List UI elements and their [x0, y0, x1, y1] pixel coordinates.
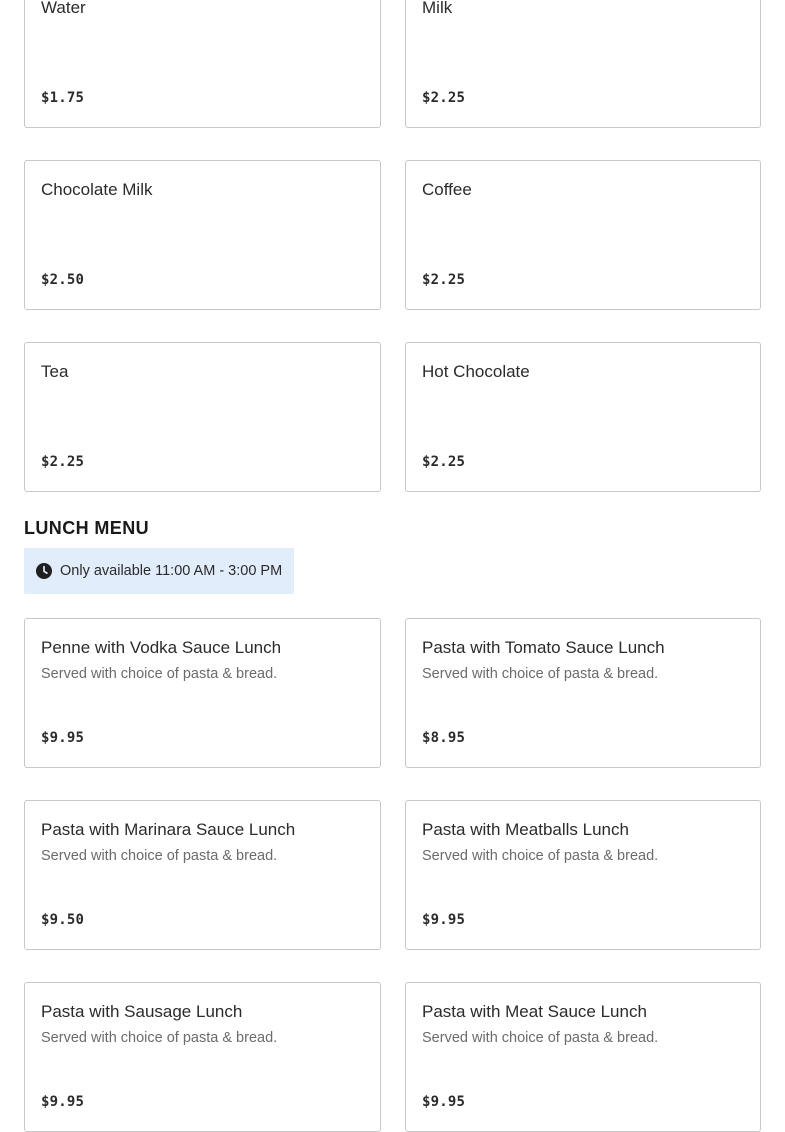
item-description: Served with choice of pasta & bread.: [41, 1030, 278, 1046]
menu-item-card[interactable]: Pasta with Sausage Lunch Served with cho…: [24, 982, 381, 1132]
item-name: Chocolate Milk: [41, 180, 153, 199]
item-price: $2.50: [41, 272, 85, 288]
item-name: Pasta with Marinara Sauce Lunch: [41, 820, 296, 839]
menu-item-card[interactable]: Pasta with Marinara Sauce Lunch Served w…: [24, 800, 381, 950]
availability-notice: Only available 11:00 AM - 3:00 PM: [24, 548, 294, 594]
item-name: Pasta with Meat Sauce Lunch: [422, 1002, 647, 1021]
menu-item-card[interactable]: Tea $2.25: [24, 342, 381, 492]
item-price: $8.95: [422, 730, 466, 746]
item-price: $9.50: [41, 912, 85, 928]
menu-item-card[interactable]: Hot Chocolate $2.25: [405, 342, 761, 492]
item-name: Pasta with Sausage Lunch: [41, 1002, 243, 1021]
menu-item-card[interactable]: Pasta with Tomato Sauce Lunch Served wit…: [405, 618, 761, 768]
lunch-grid: Penne with Vodka Sauce Lunch Served with…: [24, 618, 761, 1132]
item-name: Hot Chocolate: [422, 362, 530, 381]
item-price: $2.25: [422, 90, 466, 106]
item-description: Served with choice of pasta & bread.: [422, 1030, 659, 1046]
item-description: Served with choice of pasta & bread.: [41, 848, 278, 864]
item-price: $2.25: [41, 454, 85, 470]
menu-item-card[interactable]: Coffee $2.25: [405, 160, 761, 310]
item-name: Pasta with Tomato Sauce Lunch: [422, 638, 665, 657]
menu-item-card[interactable]: Pasta with Meatballs Lunch Served with c…: [405, 800, 761, 950]
item-price: $9.95: [41, 1094, 85, 1110]
menu-item-card[interactable]: Water $1.75: [24, 0, 381, 128]
item-price: $9.95: [422, 912, 466, 928]
lunch-menu-heading: LUNCH MENU: [24, 518, 149, 538]
menu-item-card[interactable]: Milk $2.25: [405, 0, 761, 128]
item-price: $2.25: [422, 454, 466, 470]
menu-item-card[interactable]: Penne with Vodka Sauce Lunch Served with…: [24, 618, 381, 768]
item-price: $9.95: [422, 1094, 466, 1110]
item-description: Served with choice of pasta & bread.: [422, 848, 659, 864]
menu-content: Water $1.75 Milk $2.25 Chocolate Milk $2…: [24, 0, 761, 1132]
menu-item-card[interactable]: Pasta with Meat Sauce Lunch Served with …: [405, 982, 761, 1132]
item-name: Tea: [41, 362, 69, 381]
menu-item-card[interactable]: Chocolate Milk $2.50: [24, 160, 381, 310]
item-description: Served with choice of pasta & bread.: [41, 666, 278, 682]
availability-text: Only available 11:00 AM - 3:00 PM: [60, 563, 283, 579]
item-price: $9.95: [41, 730, 85, 746]
item-name: Water: [41, 0, 86, 17]
item-description: Served with choice of pasta & bread.: [422, 666, 659, 682]
item-name: Pasta with Meatballs Lunch: [422, 820, 629, 839]
item-price: $1.75: [41, 90, 85, 106]
item-price: $2.25: [422, 272, 466, 288]
item-name: Penne with Vodka Sauce Lunch: [41, 638, 282, 657]
drinks-grid: Water $1.75 Milk $2.25 Chocolate Milk $2…: [24, 0, 761, 492]
item-name: Milk: [422, 0, 453, 17]
item-name: Coffee: [422, 180, 472, 199]
clock-icon: [36, 563, 52, 579]
